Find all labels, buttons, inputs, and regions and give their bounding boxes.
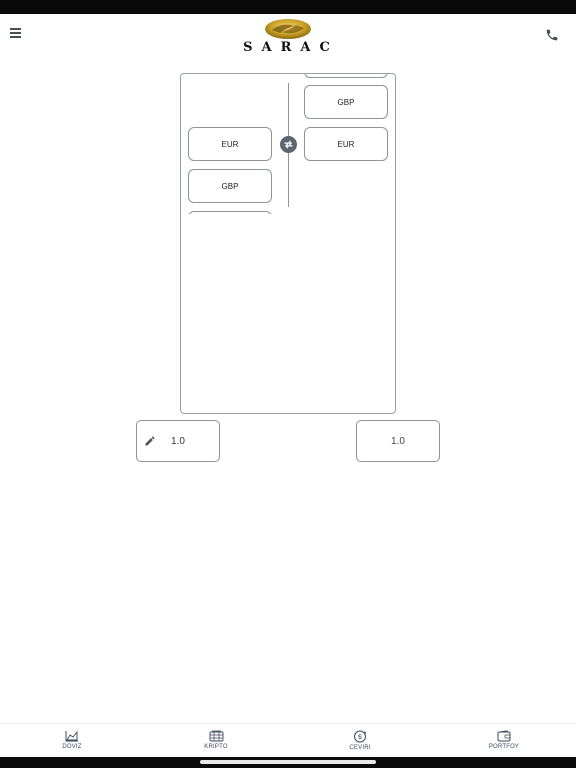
nav-item-kripto[interactable]: KRIPTO	[186, 730, 246, 758]
to-currency-label: GBP	[337, 97, 355, 107]
nav-label-ceviri: CEVIRI	[349, 745, 371, 751]
status-bar	[0, 0, 576, 14]
from-amount-value: 1.0	[171, 436, 185, 447]
nav-item-portfoy[interactable]: PORTFOY	[474, 730, 534, 758]
svg-text:$: $	[358, 733, 362, 741]
from-list-clip	[181, 211, 395, 214]
home-indicator-bar	[0, 757, 576, 768]
crypto-icon	[209, 730, 223, 742]
to-amount-value: 1.0	[391, 436, 405, 447]
nav-item-doviz[interactable]: DOVIZ	[42, 730, 102, 758]
to-amount-field: 1.0	[356, 420, 440, 462]
from-currency-label: GBP	[221, 181, 239, 191]
area-chart-icon	[65, 730, 78, 742]
from-currency-item-gbp[interactable]: GBP	[188, 169, 272, 203]
nav-item-ceviri[interactable]: $ CEVIRI	[330, 730, 390, 758]
from-amount-field[interactable]: 1.0	[136, 420, 220, 462]
nav-label-portfoy: PORTFOY	[488, 744, 520, 750]
currency-picker-panel: GBP EUR EUR GBP	[180, 73, 396, 414]
sarac-logo: SARAC	[216, 18, 360, 54]
nav-label-doviz: DOVIZ	[62, 744, 82, 750]
to-currency-item-partial[interactable]	[304, 74, 388, 78]
logo-text: SARAC	[243, 40, 339, 55]
phone-icon[interactable]	[545, 28, 559, 42]
exchange-icon: $	[354, 730, 366, 743]
app-header: SARAC	[0, 14, 576, 58]
logo-emblem-icon	[265, 19, 311, 39]
from-currency-item-partial[interactable]	[188, 211, 272, 214]
home-indicator[interactable]	[200, 760, 376, 764]
bottom-navigation: DOVIZ KRIPTO $ CEVIRI PORTFOY	[0, 723, 576, 757]
to-currency-item-eur[interactable]: EUR	[304, 127, 388, 161]
to-currency-item-gbp[interactable]: GBP	[304, 85, 388, 119]
to-currency-label: EUR	[337, 139, 355, 149]
menu-icon[interactable]	[10, 28, 22, 42]
wallet-icon	[497, 730, 511, 742]
swap-button[interactable]	[280, 136, 297, 153]
from-currency-item-eur[interactable]: EUR	[188, 127, 272, 161]
swap-icon	[284, 140, 293, 149]
pencil-icon	[145, 436, 155, 446]
from-currency-label: EUR	[221, 139, 239, 149]
nav-label-kripto: KRIPTO	[204, 744, 228, 750]
